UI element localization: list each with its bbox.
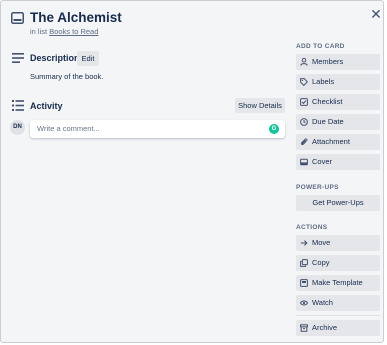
archive-icon (300, 324, 308, 332)
get-powerups-label: Get Power-Ups (312, 198, 364, 207)
divider (296, 315, 380, 316)
cover-button[interactable]: Cover (296, 154, 380, 170)
checklist-button[interactable]: Checklist (296, 94, 380, 110)
copy-icon (300, 259, 308, 267)
labels-button[interactable]: Labels (296, 74, 380, 90)
watch-button[interactable]: Watch (296, 295, 380, 311)
grammarly-icon[interactable]: G (269, 124, 279, 134)
get-powerups-button[interactable]: Get Power-Ups (296, 195, 380, 211)
template-icon (300, 279, 308, 287)
checkbox-icon (300, 98, 308, 106)
card-detail-window: ✕ The Alchemist in list Books to Read De… (0, 0, 384, 343)
avatar[interactable]: DN (10, 120, 25, 135)
actions-heading: ACTIONS (296, 224, 328, 231)
members-button[interactable]: Members (296, 54, 380, 70)
close-icon[interactable]: ✕ (368, 6, 384, 22)
card-title[interactable]: The Alchemist (30, 10, 122, 25)
arrow-right-icon (300, 240, 308, 246)
cover-icon (300, 158, 308, 166)
person-icon (300, 58, 308, 66)
move-button[interactable]: Move (296, 235, 380, 251)
comment-input[interactable]: Write a comment... (30, 120, 285, 138)
attachment-button[interactable]: Attachment (296, 134, 380, 150)
make-template-label: Make Template (312, 278, 363, 287)
paperclip-icon (300, 138, 308, 146)
copy-label: Copy (312, 258, 330, 267)
description-text[interactable]: Summary of the book. (30, 72, 103, 81)
description-icon (12, 53, 24, 63)
checklist-label: Checklist (312, 97, 343, 106)
add-to-card-heading: ADD TO CARD (296, 43, 345, 50)
in-list-prefix: in list (30, 27, 48, 36)
powerups-heading: POWER-UPS (296, 184, 339, 191)
eye-icon (300, 300, 308, 306)
archive-label: Archive (312, 323, 338, 332)
make-template-button[interactable]: Make Template (296, 275, 380, 291)
clock-icon (300, 118, 308, 126)
description-heading: Description (30, 53, 80, 63)
watch-label: Watch (312, 298, 333, 307)
list-reference: in list Books to Read (30, 27, 98, 36)
tag-icon (300, 78, 308, 86)
due-date-label: Due Date (312, 117, 344, 126)
list-link[interactable]: Books to Read (49, 27, 98, 36)
due-date-button[interactable]: Due Date (296, 114, 380, 130)
members-label: Members (312, 57, 344, 66)
activity-icon (12, 100, 24, 111)
edit-description-button[interactable]: Edit (77, 51, 99, 66)
attachment-label: Attachment (312, 137, 350, 146)
show-details-button[interactable]: Show Details (235, 98, 285, 113)
activity-heading: Activity (30, 101, 63, 111)
labels-label: Labels (312, 77, 335, 86)
card-icon (11, 12, 24, 24)
move-label: Move (312, 238, 331, 247)
archive-button[interactable]: Archive (296, 320, 380, 336)
cover-label: Cover (312, 157, 333, 166)
copy-button[interactable]: Copy (296, 255, 380, 271)
